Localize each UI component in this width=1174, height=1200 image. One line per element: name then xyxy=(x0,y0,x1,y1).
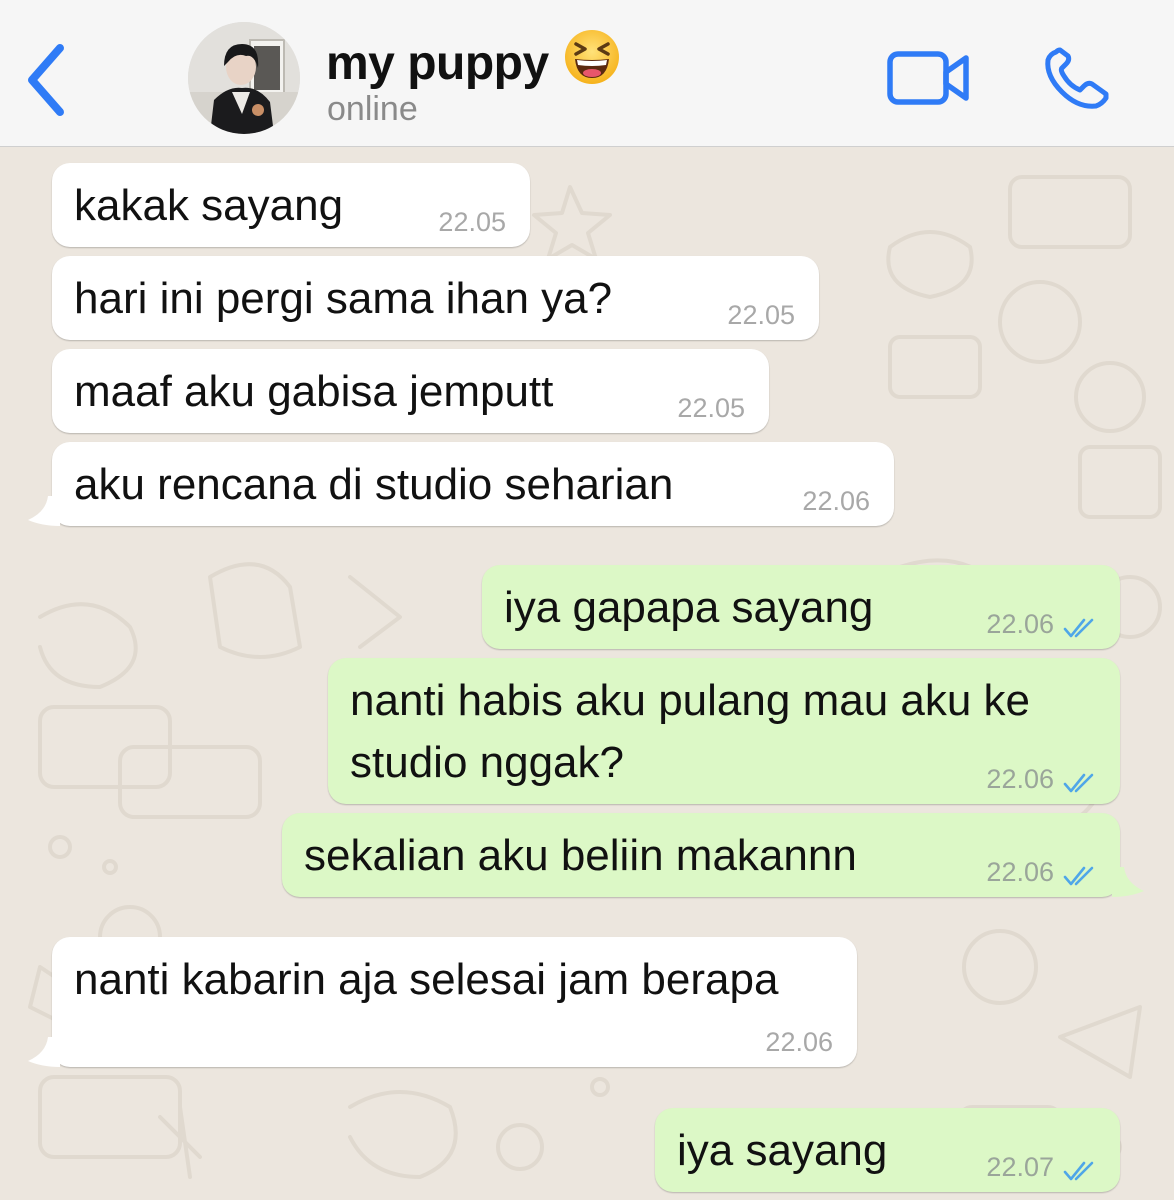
message-meta: 22.05 xyxy=(677,391,745,425)
phone-icon xyxy=(1045,47,1109,109)
bubble-tail xyxy=(28,1037,60,1067)
message-time: 22.05 xyxy=(677,393,745,423)
message-text: aku rencana di studio seharian xyxy=(74,460,674,509)
video-camera-icon xyxy=(887,51,969,105)
message-text: nanti kabarin aja selesai jam berapa xyxy=(74,955,779,1004)
chat-header: my puppy online xyxy=(0,0,1174,147)
message-time: 22.06 xyxy=(986,857,1054,887)
message-time: 22.05 xyxy=(727,300,795,330)
message-meta: 22.07 xyxy=(986,1150,1096,1184)
voice-call-button[interactable] xyxy=(1042,46,1114,112)
contact-name[interactable]: my puppy xyxy=(326,28,621,98)
bubble-tail xyxy=(1112,867,1144,897)
message-meta: 22.06 xyxy=(986,855,1096,889)
incoming-message[interactable]: kakak sayang 22.05 xyxy=(52,163,530,247)
message-text: sekalian aku beliin makannn xyxy=(304,831,857,880)
video-call-button[interactable] xyxy=(886,48,972,108)
message-text: iya gapapa sayang xyxy=(504,583,874,632)
read-receipt-icon xyxy=(1062,1156,1096,1181)
incoming-message[interactable]: hari ini pergi sama ihan ya? 22.05 xyxy=(52,256,819,340)
message-meta: 22.05 xyxy=(438,205,506,239)
outgoing-message[interactable]: iya sayang 22.07 xyxy=(655,1108,1120,1192)
message-meta: 22.06 xyxy=(802,484,870,518)
read-receipt-icon xyxy=(1062,613,1096,638)
message-text: hari ini pergi sama ihan ya? xyxy=(74,274,613,323)
message-meta: 22.06 xyxy=(765,1025,833,1059)
message-text: kakak sayang xyxy=(74,181,344,230)
message-time: 22.06 xyxy=(802,486,870,516)
message-time: 22.05 xyxy=(438,207,506,237)
read-receipt-icon xyxy=(1062,768,1096,793)
message-time: 22.06 xyxy=(986,609,1054,639)
incoming-message[interactable]: aku rencana di studio seharian 22.06 xyxy=(28,442,894,526)
message-meta: 22.06 xyxy=(986,607,1096,641)
message-meta: 22.05 xyxy=(727,298,795,332)
outgoing-message[interactable]: nanti habis aku pulang mau aku ke studio… xyxy=(328,658,1120,804)
message-time: 22.06 xyxy=(986,764,1054,794)
outgoing-message[interactable]: iya gapapa sayang 22.06 xyxy=(482,565,1120,649)
message-time: 22.07 xyxy=(986,1152,1054,1182)
contact-status: online xyxy=(327,90,418,128)
message-text: nanti habis aku pulang mau aku ke studio… xyxy=(350,676,1031,787)
message-time: 22.06 xyxy=(765,1027,833,1057)
chat-area[interactable]: kakak sayang 22.05 hari ini pergi sama iha… xyxy=(0,147,1174,1200)
message-text: iya sayang xyxy=(677,1126,888,1175)
message-meta: 22.06 xyxy=(986,762,1096,796)
bubble-tail xyxy=(28,496,60,526)
incoming-message[interactable]: maaf aku gabisa jemputt 22.05 xyxy=(52,349,769,433)
outgoing-message[interactable]: sekalian aku beliin makannn 22.06 xyxy=(282,813,1144,897)
message-text: maaf aku gabisa jemputt xyxy=(74,367,554,416)
read-receipt-icon xyxy=(1062,861,1096,886)
avatar-photo xyxy=(188,22,300,134)
back-button[interactable] xyxy=(22,40,82,120)
laughing-emoji-icon xyxy=(563,28,621,98)
incoming-message[interactable]: nanti kabarin aja selesai jam berapa 22.0… xyxy=(28,937,857,1067)
contact-name-text: my puppy xyxy=(326,36,549,90)
avatar[interactable] xyxy=(188,22,300,134)
chevron-left-icon xyxy=(28,44,64,116)
